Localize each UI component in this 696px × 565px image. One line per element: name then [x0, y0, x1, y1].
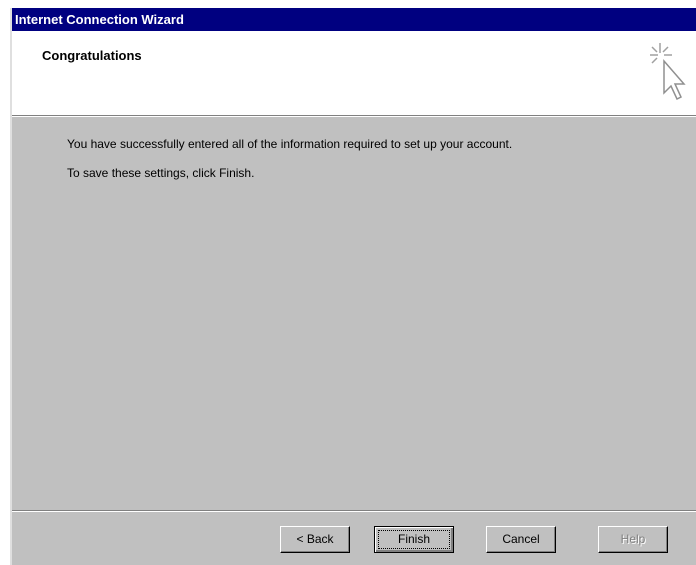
title-bar[interactable]: Internet Connection Wizard — [12, 8, 696, 31]
finish-button-label: Finish — [397, 532, 430, 546]
wizard-header: Congratulations — [12, 31, 696, 115]
wizard-window: Internet Connection Wizard Congratulatio… — [10, 8, 696, 565]
success-message: You have successfully entered all of the… — [67, 137, 513, 151]
page-title: Congratulations — [42, 48, 142, 63]
footer-divider-highlight — [12, 511, 696, 512]
instruction-message: To save these settings, click Finish. — [67, 166, 255, 180]
finish-button[interactable]: Finish — [374, 526, 454, 553]
wizard-content: You have successfully entered all of the… — [12, 117, 696, 487]
help-button[interactable]: Help — [598, 526, 668, 553]
wizard-cursor-sparkle-icon — [650, 43, 686, 101]
back-button[interactable]: < Back — [280, 526, 350, 553]
cancel-button[interactable]: Cancel — [486, 526, 556, 553]
